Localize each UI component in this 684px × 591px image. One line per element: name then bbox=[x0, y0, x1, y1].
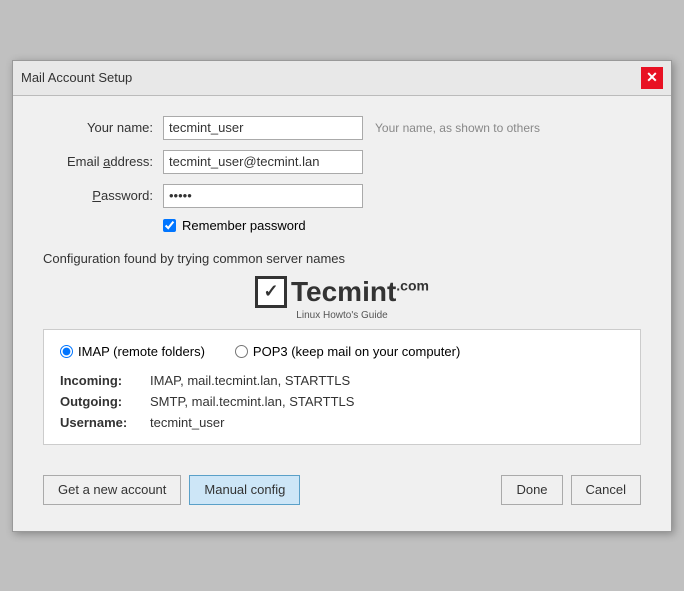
protocol-box: IMAP (remote folders) POP3 (keep mail on… bbox=[43, 329, 641, 445]
manual-config-button[interactable]: Manual config bbox=[189, 475, 300, 505]
imap-label: IMAP (remote folders) bbox=[78, 344, 205, 359]
name-input[interactable] bbox=[163, 116, 363, 140]
outgoing-value: SMTP, mail.tecmint.lan, STARTTLS bbox=[150, 394, 354, 409]
content-area: Your name: Your name, as shown to others… bbox=[13, 96, 671, 531]
imap-radio[interactable] bbox=[60, 345, 73, 358]
remember-label[interactable]: Remember password bbox=[182, 218, 306, 233]
name-hint: Your name, as shown to others bbox=[375, 121, 540, 135]
title-bar: Mail Account Setup ✕ bbox=[13, 61, 671, 96]
window-title: Mail Account Setup bbox=[21, 70, 132, 85]
outgoing-label: Outgoing: bbox=[60, 394, 150, 409]
password-row: Password: bbox=[43, 184, 641, 208]
form-section: Your name: Your name, as shown to others… bbox=[43, 116, 641, 233]
email-input[interactable] bbox=[163, 150, 363, 174]
right-buttons: Done Cancel bbox=[501, 475, 641, 505]
tecmint-brand: ✓ Tecmint.com bbox=[255, 276, 429, 308]
username-value: tecmint_user bbox=[150, 415, 224, 430]
name-label: Your name: bbox=[43, 120, 153, 135]
imap-option[interactable]: IMAP (remote folders) bbox=[60, 344, 205, 359]
tecmint-brand-text: Tecmint.com bbox=[291, 276, 429, 308]
radio-row: IMAP (remote folders) POP3 (keep mail on… bbox=[60, 344, 624, 359]
done-button[interactable]: Done bbox=[501, 475, 562, 505]
new-account-button[interactable]: Get a new account bbox=[43, 475, 181, 505]
pop3-option[interactable]: POP3 (keep mail on your computer) bbox=[235, 344, 460, 359]
incoming-value: IMAP, mail.tecmint.lan, STARTTLS bbox=[150, 373, 350, 388]
pop3-label: POP3 (keep mail on your computer) bbox=[253, 344, 460, 359]
button-row: Get a new account Manual config Done Can… bbox=[43, 465, 641, 511]
tecmint-icon: ✓ bbox=[255, 276, 287, 308]
outgoing-row: Outgoing: SMTP, mail.tecmint.lan, STARTT… bbox=[60, 394, 624, 409]
main-window: Mail Account Setup ✕ Your name: Your nam… bbox=[12, 60, 672, 532]
email-label: Email address: bbox=[43, 154, 153, 169]
cancel-button[interactable]: Cancel bbox=[571, 475, 641, 505]
incoming-label: Incoming: bbox=[60, 373, 150, 388]
remember-row: Remember password bbox=[163, 218, 641, 233]
email-row: Email address: bbox=[43, 150, 641, 174]
close-button[interactable]: ✕ bbox=[641, 67, 663, 89]
server-info: Incoming: IMAP, mail.tecmint.lan, STARTT… bbox=[60, 373, 624, 430]
username-row: Username: tecmint_user bbox=[60, 415, 624, 430]
tecmint-tagline: Linux Howto's Guide bbox=[296, 310, 387, 321]
password-label: Password: bbox=[43, 188, 153, 203]
incoming-row: Incoming: IMAP, mail.tecmint.lan, STARTT… bbox=[60, 373, 624, 388]
password-input[interactable] bbox=[163, 184, 363, 208]
remember-checkbox[interactable] bbox=[163, 219, 176, 232]
pop3-radio[interactable] bbox=[235, 345, 248, 358]
username-label: Username: bbox=[60, 415, 150, 430]
tecmint-logo: ✓ Tecmint.com Linux Howto's Guide bbox=[255, 276, 429, 321]
name-row: Your name: Your name, as shown to others bbox=[43, 116, 641, 140]
config-found-text: Configuration found by trying common ser… bbox=[43, 251, 641, 266]
watermark-area: ✓ Tecmint.com Linux Howto's Guide bbox=[43, 276, 641, 321]
